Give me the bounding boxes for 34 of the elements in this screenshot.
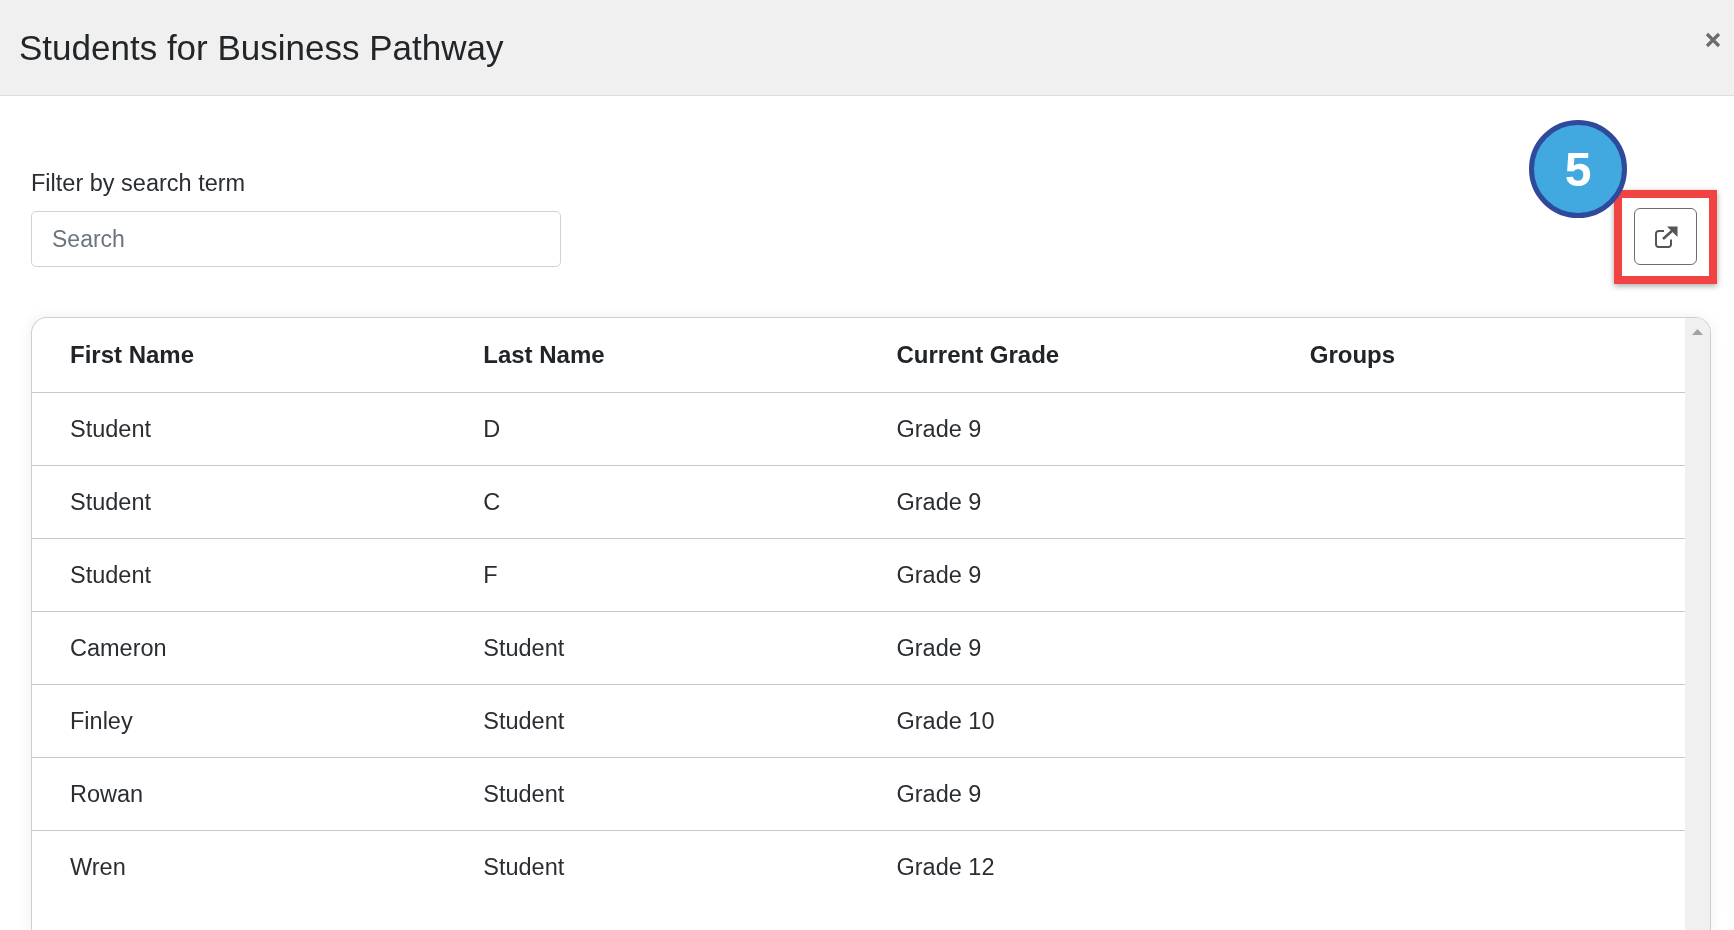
first-name-text: Finley [70, 707, 133, 734]
column-header: First Name [70, 341, 195, 368]
grade-text: Grade 12 [896, 853, 995, 880]
last-name-text: Student [483, 707, 565, 734]
first-name-text: Student [70, 415, 151, 442]
step-marker: 5 [1529, 120, 1627, 218]
column-header: Current Grade [896, 341, 1060, 368]
filter-label: Filter by search term [31, 169, 247, 197]
last-name-text: F [483, 561, 498, 588]
scrollbar[interactable] [1685, 318, 1710, 930]
external-link-button[interactable] [1634, 208, 1697, 265]
last-name-text: Student [483, 780, 565, 807]
search-field[interactable]: Search [31, 211, 561, 267]
external-link-icon [1653, 225, 1678, 248]
grade-text: Grade 9 [896, 561, 982, 588]
grade-text: Grade 9 [896, 415, 982, 442]
first-name-text: Student [70, 488, 151, 515]
dialog-title: Students for Business Pathway [19, 26, 504, 69]
first-name-text: Rowan [70, 780, 144, 807]
last-name-text: C [483, 488, 501, 515]
last-name-text: D [483, 415, 501, 442]
close-button[interactable] [1703, 30, 1723, 50]
first-name-text: Wren [70, 853, 126, 880]
first-name-text: Student [70, 561, 151, 588]
grade-text: Grade 10 [896, 707, 995, 734]
column-header: Last Name [483, 341, 605, 368]
last-name-text: Student [483, 634, 565, 661]
close-icon [1705, 32, 1721, 48]
column-header: Groups [1309, 341, 1396, 368]
grade-text: Grade 9 [896, 634, 982, 661]
last-name-text: Student [483, 853, 565, 880]
first-name-text: Cameron [70, 634, 167, 661]
grade-text: Grade 9 [896, 780, 982, 807]
grade-text: Grade 9 [896, 488, 982, 515]
